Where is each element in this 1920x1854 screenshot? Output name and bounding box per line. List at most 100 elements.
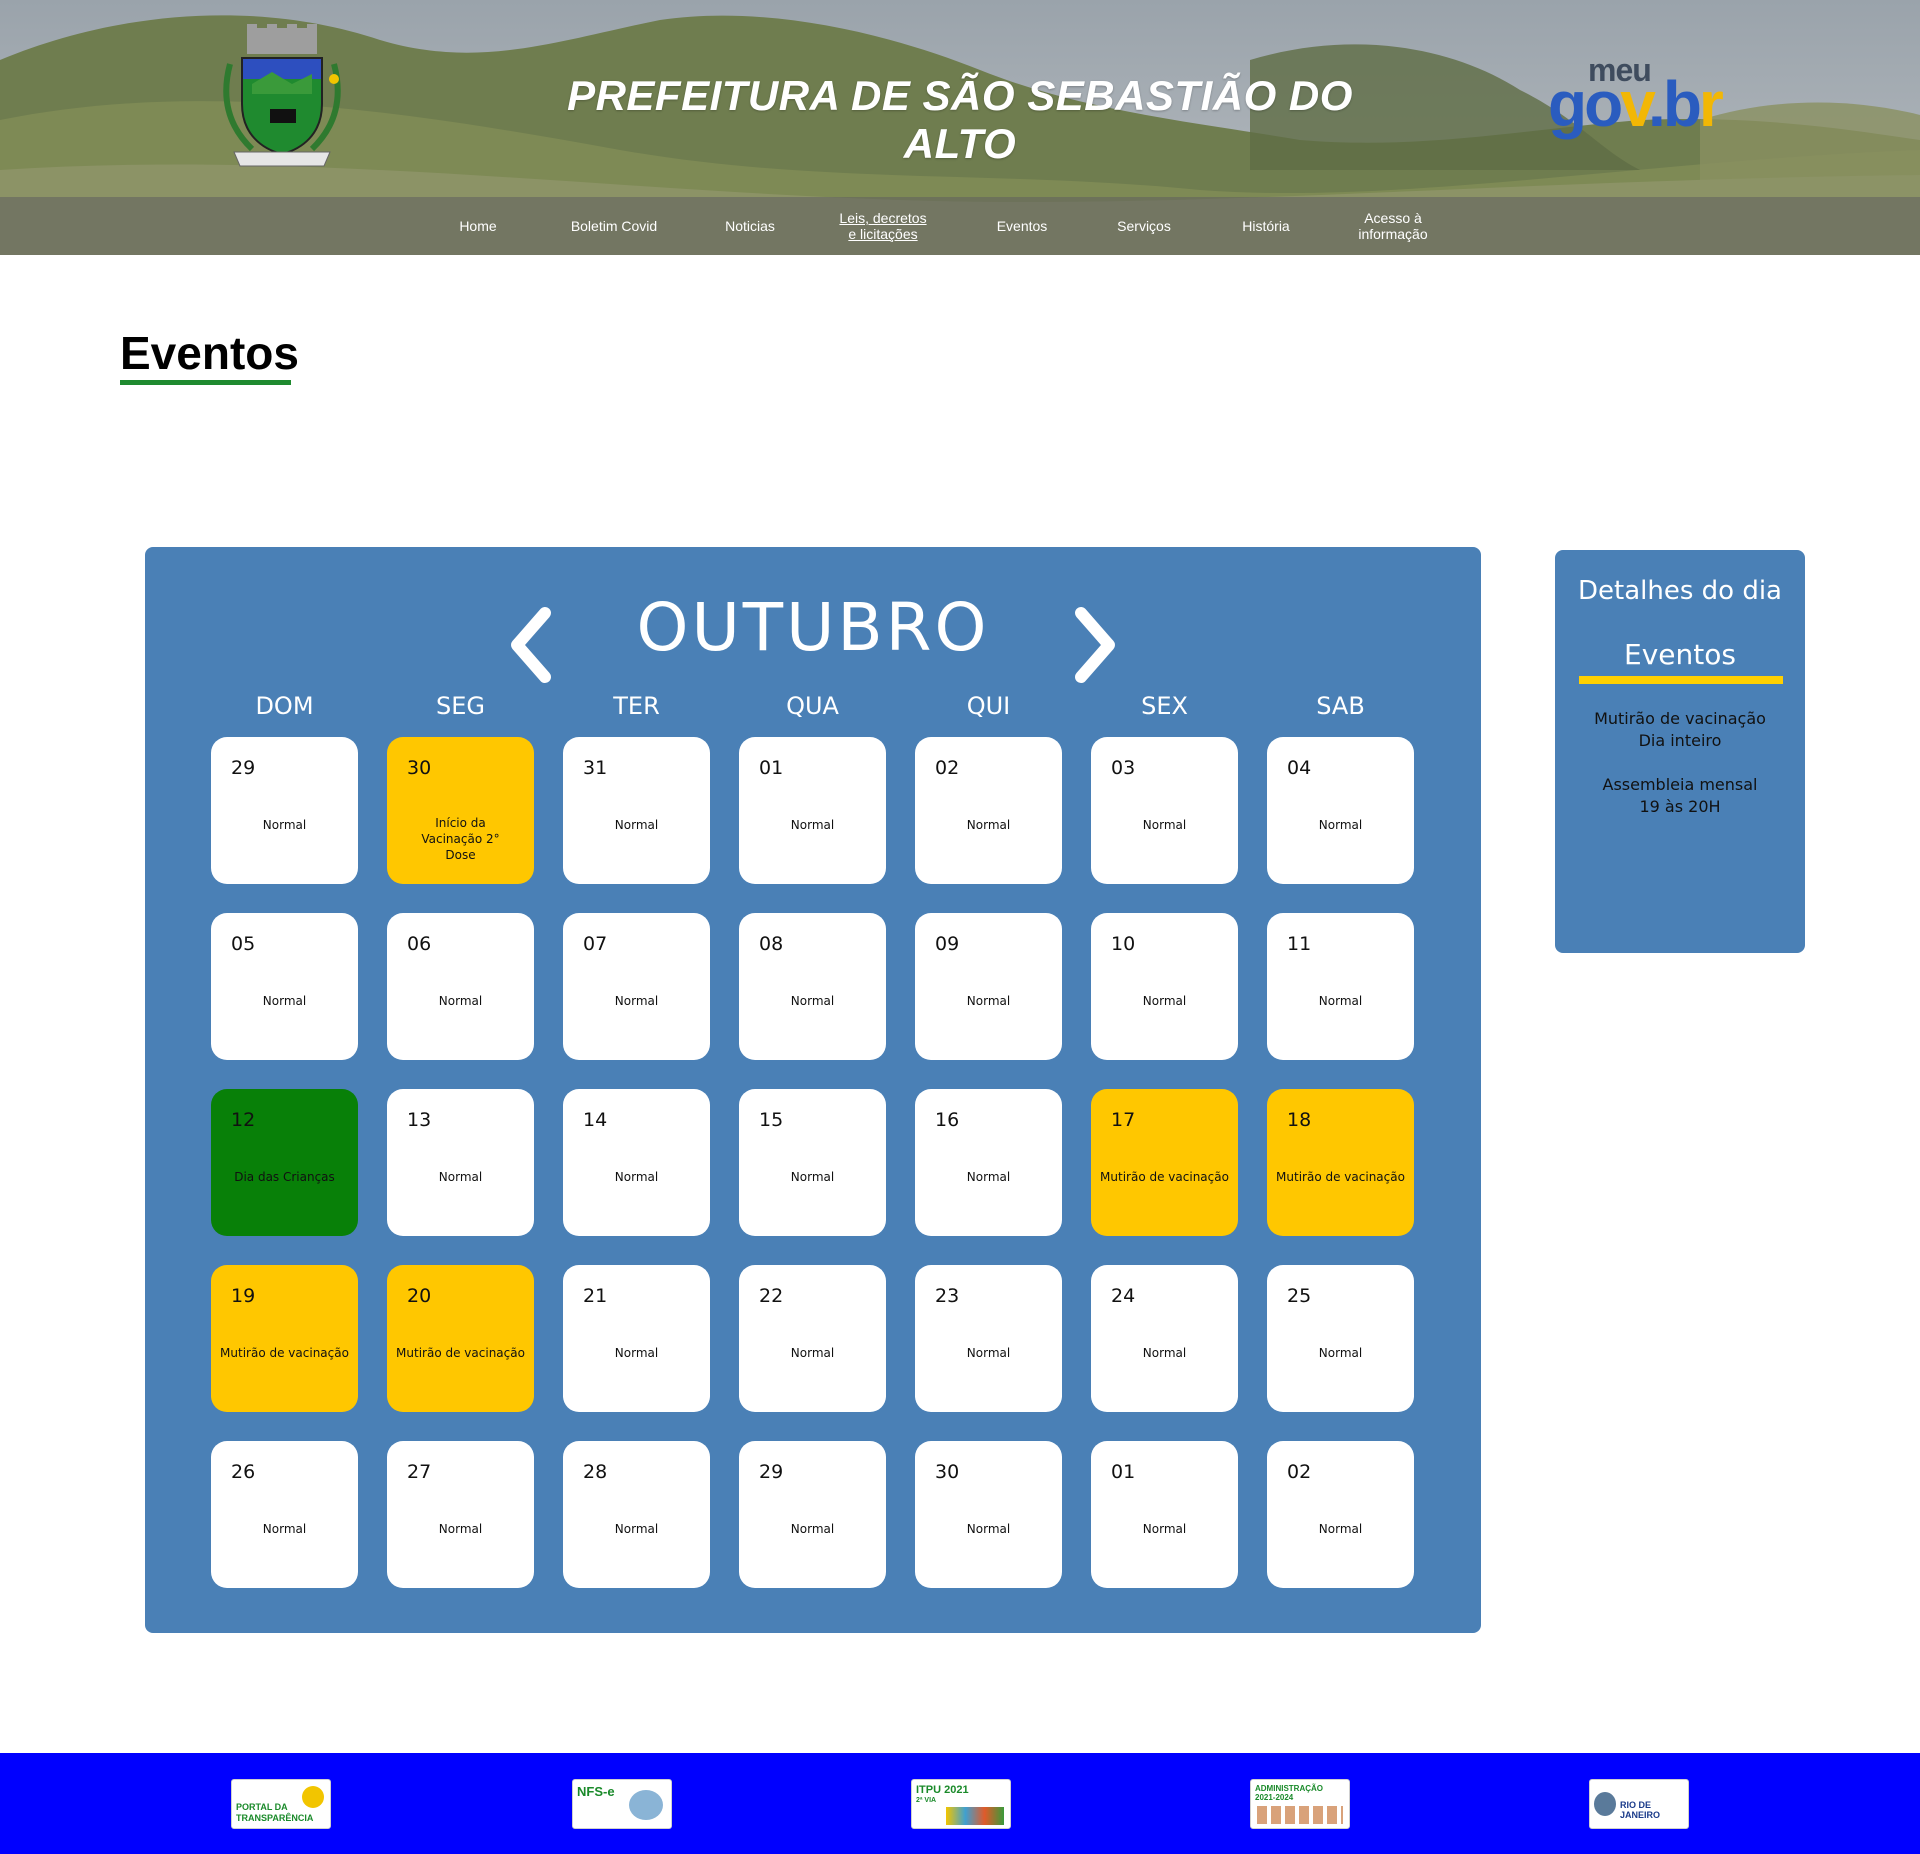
day-status-label: Normal [614, 818, 659, 832]
calendar-day-cell[interactable]: 24 Normal [1091, 1265, 1238, 1412]
weekday-qui: QUI [966, 692, 1011, 720]
calendar-day-cell[interactable]: 09 Normal [915, 913, 1062, 1060]
people-icon [1257, 1806, 1343, 1824]
calendar-day-cell[interactable]: 27 Normal [387, 1441, 534, 1588]
itpu-logo[interactable]: ITPU 2021 2ª VIA [911, 1779, 1011, 1829]
event-time: 19 às 20H [1639, 797, 1721, 816]
day-number: 05 [231, 933, 256, 955]
calendar-day-cell[interactable]: 10 Normal [1091, 913, 1238, 1060]
calendar-day-cell[interactable]: 12 Dia das Crianças [211, 1089, 358, 1236]
day-status-label: Mutirão de vacinação [220, 1346, 349, 1360]
administracao-logo[interactable]: ADMINISTRAÇÃO 2021-2024 [1250, 1779, 1350, 1829]
calendar-day-cell[interactable]: 30 Normal [915, 1441, 1062, 1588]
calendar-day-cell[interactable]: 20 Mutirão de vacinação [387, 1265, 534, 1412]
day-number: 25 [1287, 1285, 1312, 1307]
calendar-day-cell[interactable]: 07 Normal [563, 913, 710, 1060]
details-title: Detalhes do dia [1578, 576, 1782, 606]
nav-home[interactable]: Home [440, 197, 516, 255]
nav-leis-label-line2: e licitações [848, 226, 918, 242]
day-status-label: Normal [1318, 1522, 1363, 1536]
day-number: 24 [1111, 1285, 1136, 1307]
nav-noticias[interactable]: Noticias [710, 197, 790, 255]
logo-text: ITPU 2021 [916, 1784, 969, 1796]
day-status-label: Normal [966, 994, 1011, 1008]
rio-de-janeiro-logo[interactable]: RIO DE JANEIRO [1589, 1779, 1689, 1829]
weekday-qua: QUA [786, 692, 839, 720]
calendar-day-cell[interactable]: 30 Início da Vacinação 2° Dose [387, 737, 534, 884]
day-number: 29 [759, 1461, 784, 1483]
month-title: OUTUBRO [636, 589, 990, 666]
weekday-seg: SEG [436, 692, 485, 720]
day-status-label: Mutirão de vacinação [1276, 1170, 1405, 1184]
meu-govbr-logo[interactable]: meu gov.br [1548, 52, 1748, 142]
day-status-label: Normal [790, 1522, 835, 1536]
day-status-label: Dia das Crianças [234, 1170, 335, 1184]
calendar-day-cell[interactable]: 04 Normal [1267, 737, 1414, 884]
nav-acesso-informacao[interactable]: Acesso à informação [1346, 197, 1440, 255]
nav-historia[interactable]: História [1222, 197, 1310, 255]
calendar-day-cell[interactable]: 14 Normal [563, 1089, 710, 1236]
calendar-day-cell[interactable]: 22 Normal [739, 1265, 886, 1412]
portal-transparencia-logo[interactable]: PORTAL DA TRANSPARÊNCIA [231, 1779, 331, 1829]
day-status-label: Mutirão de vacinação [396, 1346, 525, 1360]
govbr-logo-main: gov.br [1548, 72, 1724, 136]
calendar-day-cell[interactable]: 19 Mutirão de vacinação [211, 1265, 358, 1412]
calendar-day-cell[interactable]: 02 Normal [915, 737, 1062, 884]
day-number: 26 [231, 1461, 256, 1483]
calendar-day-cell[interactable]: 23 Normal [915, 1265, 1062, 1412]
nav-acesso-label-line2: informação [1358, 226, 1428, 242]
day-status-label: Início da Vacinação 2° Dose [421, 816, 500, 862]
calendar-day-cell[interactable]: 17 Mutirão de vacinação [1091, 1089, 1238, 1236]
day-number: 03 [1111, 757, 1136, 779]
nav-boletim-covid[interactable]: Boletim Covid [556, 197, 672, 255]
nav-servicos[interactable]: Serviços [1100, 197, 1188, 255]
site-header: PREFEITURA DE SÃO SEBASTIÃO DO ALTO meu … [0, 0, 1920, 255]
day-status-label: Normal [966, 818, 1011, 832]
calendar-day-cell[interactable]: 02 Normal [1267, 1441, 1414, 1588]
calendar-day-cell[interactable]: 29 Normal [211, 737, 358, 884]
calendar-day-cell[interactable]: 28 Normal [563, 1441, 710, 1588]
nav-leis-decretos[interactable]: Leis, decretos e licitações [822, 197, 944, 255]
day-number: 28 [583, 1461, 608, 1483]
calendar-day-cell[interactable]: 21 Normal [563, 1265, 710, 1412]
day-number: 29 [231, 757, 256, 779]
day-status-label: Normal [790, 994, 835, 1008]
calendar-day-cell[interactable]: 06 Normal [387, 913, 534, 1060]
calendar-day-cell[interactable]: 01 Normal [739, 737, 886, 884]
calendar-day-cell[interactable]: 13 Normal [387, 1089, 534, 1236]
day-status-label: Normal [262, 994, 307, 1008]
calendar-day-cell[interactable]: 03 Normal [1091, 737, 1238, 884]
chevron-right-icon[interactable] [1063, 605, 1123, 685]
calendar-day-cell[interactable]: 15 Normal [739, 1089, 886, 1236]
day-status-label: Normal [1142, 994, 1187, 1008]
logo-text: TRANSPARÊNCIA [236, 1813, 314, 1823]
day-status-label: Normal [438, 1170, 483, 1184]
calendar-day-cell[interactable]: 29 Normal [739, 1441, 886, 1588]
nav-servicos-label: Serviços [1117, 218, 1171, 234]
event-name: Assembleia mensal [1602, 775, 1758, 794]
calendar-day-cell[interactable]: 08 Normal [739, 913, 886, 1060]
nav-eventos[interactable]: Eventos [980, 197, 1064, 255]
calendar-day-cell[interactable]: 05 Normal [211, 913, 358, 1060]
calendar-day-cell[interactable]: 25 Normal [1267, 1265, 1414, 1412]
calendar-day-cell[interactable]: 01 Normal [1091, 1441, 1238, 1588]
nav-home-label: Home [459, 218, 497, 234]
day-status-label: Mutirão de vacinação [1100, 1170, 1229, 1184]
logo-text: ADMINISTRAÇÃO [1255, 1784, 1323, 1793]
day-status-label: Normal [1318, 1346, 1363, 1360]
calendar-day-cell[interactable]: 18 Mutirão de vacinação [1267, 1089, 1414, 1236]
page-title-underline [120, 380, 291, 385]
nfse-logo[interactable]: NFS-e [572, 1779, 672, 1829]
day-number: 15 [759, 1109, 784, 1131]
day-number: 06 [407, 933, 432, 955]
calendar-day-cell[interactable]: 16 Normal [915, 1089, 1062, 1236]
calendar-day-cell[interactable]: 11 Normal [1267, 913, 1414, 1060]
day-number: 14 [583, 1109, 608, 1131]
day-number: 07 [583, 933, 608, 955]
day-status-label: Normal [614, 1170, 659, 1184]
state-seal-icon [1594, 1792, 1616, 1816]
calendar-day-cell[interactable]: 31 Normal [563, 737, 710, 884]
nav-boletim-covid-label: Boletim Covid [570, 218, 658, 234]
calendar-day-cell[interactable]: 26 Normal [211, 1441, 358, 1588]
day-number: 22 [759, 1285, 784, 1307]
